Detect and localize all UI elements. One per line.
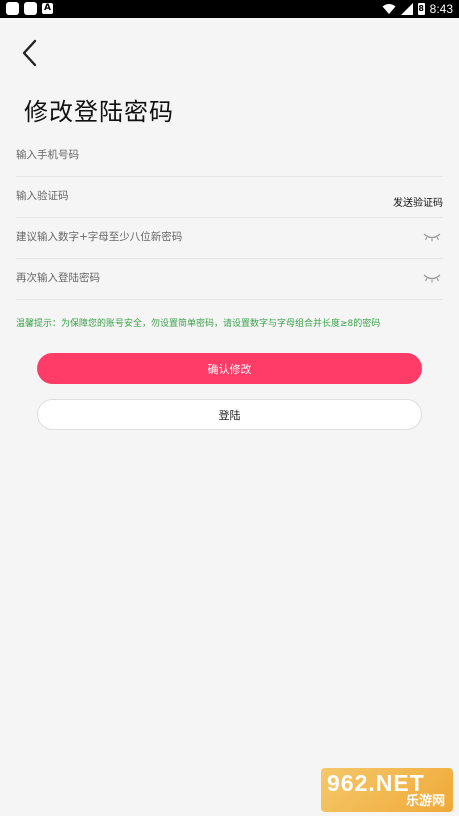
phone-placeholder: 输入手机号码 bbox=[16, 149, 79, 161]
confirm-password-field[interactable]: 再次输入登陆密码 bbox=[16, 259, 443, 300]
watermark-sub: 乐游网 bbox=[405, 794, 445, 809]
eye-closed-icon[interactable] bbox=[423, 232, 441, 242]
code-field[interactable]: 输入验证码 发送验证码 bbox=[16, 177, 443, 218]
eye-closed-icon[interactable] bbox=[423, 273, 441, 283]
page-title: 修改登陆密码 bbox=[24, 98, 174, 126]
code-placeholder: 输入验证码 bbox=[16, 190, 69, 202]
new-password-field[interactable]: 建议输入数字+字母至少八位新密码 bbox=[16, 218, 443, 259]
notification-icon bbox=[6, 2, 19, 15]
clock: 8:43 bbox=[429, 2, 453, 16]
phone-field[interactable]: 输入手机号码 bbox=[16, 136, 443, 177]
status-left-icons: A bbox=[6, 2, 53, 15]
notification-icon bbox=[24, 2, 37, 15]
chevron-left-icon bbox=[22, 39, 37, 67]
send-code-button[interactable]: 发送验证码 bbox=[393, 194, 443, 209]
status-right-icons: 8 8:43 bbox=[382, 1, 453, 17]
new-password-placeholder: 建议输入数字+字母至少八位新密码 bbox=[16, 231, 183, 243]
app-notification-icon: A bbox=[42, 3, 53, 14]
signal-icon bbox=[400, 3, 413, 15]
back-button[interactable] bbox=[14, 36, 44, 70]
battery-icon: 8 bbox=[417, 3, 425, 15]
status-bar: A 8 8:43 bbox=[0, 0, 459, 18]
confirm-password-placeholder: 再次输入登陆密码 bbox=[16, 272, 100, 284]
watermark-logo: 962.NET 乐游网 bbox=[321, 768, 453, 812]
login-button[interactable]: 登陆 bbox=[37, 399, 422, 430]
password-tip: 温馨提示：为保障您的账号安全，勿设置简单密码，请设置数字与字母组合并长度≥8的密… bbox=[16, 319, 381, 329]
wifi-icon bbox=[382, 4, 396, 14]
confirm-change-button[interactable]: 确认修改 bbox=[37, 353, 422, 384]
